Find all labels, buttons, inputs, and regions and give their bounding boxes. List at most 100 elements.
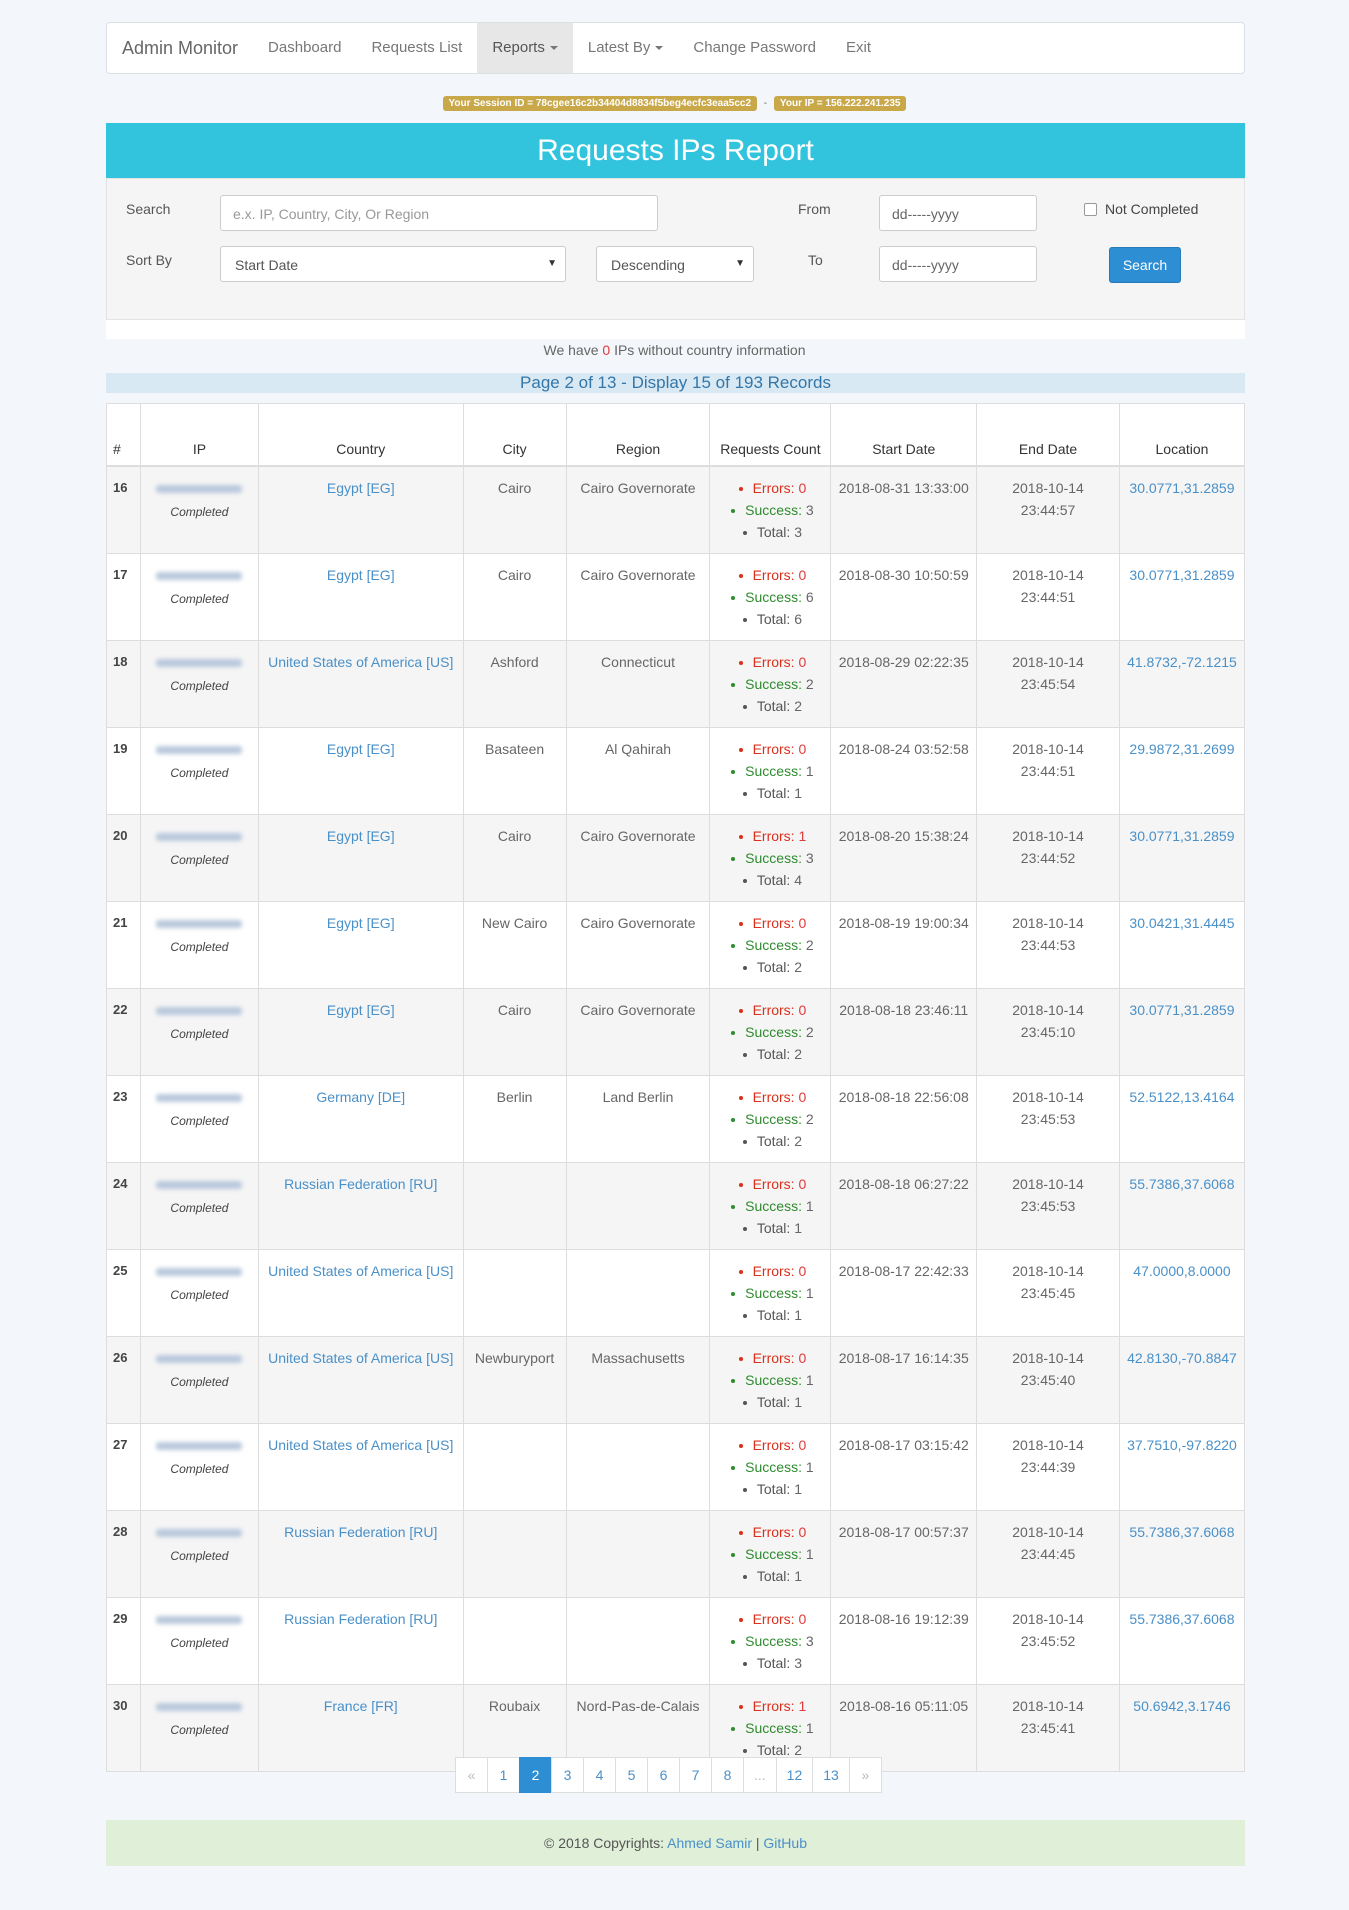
page-button[interactable]: 13 xyxy=(812,1757,850,1793)
status-completed: Completed xyxy=(170,1113,229,1128)
sort-by-select[interactable]: Start Date ▼ xyxy=(220,246,566,282)
region-cell: Cairo Governorate xyxy=(565,552,711,641)
status-completed: Completed xyxy=(170,678,229,693)
country-link[interactable]: France [FR] xyxy=(324,1698,398,1714)
total-value: 2 xyxy=(794,697,802,714)
country-link[interactable]: Egypt [EG] xyxy=(327,915,395,931)
bullet-icon xyxy=(738,834,743,839)
success-label: Success: xyxy=(745,1197,802,1214)
location-link[interactable]: 55.7386,37.6068 xyxy=(1129,1176,1234,1192)
country-link[interactable]: United States of America [US] xyxy=(268,1350,453,1366)
country-cell: Egypt [EG] xyxy=(257,900,464,989)
errors-line: Errors: 0 xyxy=(720,1521,824,1543)
success-value: 2 xyxy=(805,675,814,692)
footer: © 2018 Copyrights: Ahmed Samir | GitHub xyxy=(106,1820,1245,1866)
location-link[interactable]: 37.7510,-97.8220 xyxy=(1127,1437,1237,1453)
order-select[interactable]: Descending ▼ xyxy=(596,246,754,282)
country-link[interactable]: Egypt [EG] xyxy=(327,828,395,844)
nav-requests-list[interactable]: Requests List xyxy=(356,23,477,73)
nav-latest-by[interactable]: Latest By xyxy=(573,23,679,73)
location-cell: 30.0771,31.2859 xyxy=(1118,987,1246,1076)
city-cell: Cairo xyxy=(462,552,567,641)
location-cell: 30.0771,31.2859 xyxy=(1118,552,1246,641)
success-line: Success: 1 xyxy=(720,1282,824,1304)
not-completed-checkbox[interactable] xyxy=(1084,203,1097,216)
page-button[interactable]: 1 xyxy=(487,1757,520,1793)
next-page-button[interactable]: » xyxy=(848,1757,882,1793)
location-link[interactable]: 30.0421,31.4445 xyxy=(1129,915,1234,931)
country-link[interactable]: Egypt [EG] xyxy=(327,1002,395,1018)
total-line: Total: 1 xyxy=(720,1217,824,1239)
success-label: Success: xyxy=(745,501,802,518)
country-link[interactable]: United States of America [US] xyxy=(268,1263,453,1279)
nav-change-password[interactable]: Change Password xyxy=(678,23,831,73)
ip-cell: Completed xyxy=(139,1509,259,1598)
bullet-icon xyxy=(731,943,736,948)
col-ip: IP xyxy=(139,403,259,467)
search-input[interactable]: e.x. IP, Country, City, Or Region xyxy=(220,195,658,231)
from-date-input[interactable]: dd-----yyyy xyxy=(879,195,1037,231)
page-button[interactable]: 2 xyxy=(519,1757,552,1793)
errors-value: 1 xyxy=(798,1697,807,1714)
location-link[interactable]: 55.7386,37.6068 xyxy=(1129,1524,1234,1540)
location-link[interactable]: 41.8732,-72.1215 xyxy=(1127,654,1237,670)
to-date-input[interactable]: dd-----yyyy xyxy=(879,246,1037,282)
bullet-icon xyxy=(731,769,736,774)
location-link[interactable]: 30.0771,31.2859 xyxy=(1129,1002,1234,1018)
status-completed: Completed xyxy=(170,1635,229,1650)
success-label: Success: xyxy=(745,936,802,953)
table-row: 25 Completed United States of America [U… xyxy=(106,1248,1246,1337)
nav-exit[interactable]: Exit xyxy=(831,23,886,73)
country-link[interactable]: Egypt [EG] xyxy=(327,741,395,757)
location-cell: 50.6942,3.1746 xyxy=(1118,1683,1246,1772)
country-link[interactable]: Egypt [EG] xyxy=(327,480,395,496)
row-number: 24 xyxy=(106,1161,141,1250)
location-link[interactable]: 42.8130,-70.8847 xyxy=(1127,1350,1237,1366)
location-link[interactable]: 30.0771,31.2859 xyxy=(1129,828,1234,844)
bullet-icon xyxy=(738,1356,743,1361)
country-link[interactable]: Russian Federation [RU] xyxy=(284,1524,437,1540)
country-link[interactable]: Russian Federation [RU] xyxy=(284,1176,437,1192)
location-link[interactable]: 30.0771,31.2859 xyxy=(1129,567,1234,583)
location-link[interactable]: 47.0000,8.0000 xyxy=(1133,1263,1230,1279)
country-link[interactable]: United States of America [US] xyxy=(268,654,453,670)
page-button[interactable]: 3 xyxy=(551,1757,584,1793)
errors-value: 0 xyxy=(798,1001,807,1018)
location-link[interactable]: 30.0771,31.2859 xyxy=(1129,480,1234,496)
bullet-icon xyxy=(731,1117,736,1122)
table-row: 27 Completed United States of America [U… xyxy=(106,1422,1246,1511)
pagination: «1 2 3 4 5 6 7 8... 12 13» xyxy=(455,1757,882,1793)
ip-cell: Completed xyxy=(139,552,259,641)
footer-github-link[interactable]: GitHub xyxy=(763,1835,807,1851)
location-link[interactable]: 29.9872,31.2699 xyxy=(1129,741,1234,757)
nav-reports[interactable]: Reports xyxy=(477,23,573,73)
footer-author-link[interactable]: Ahmed Samir xyxy=(667,1835,752,1851)
table-header-row: # IP Country City Region Requests Count … xyxy=(106,403,1246,467)
location-link[interactable]: 50.6942,3.1746 xyxy=(1133,1698,1230,1714)
country-link[interactable]: Russian Federation [RU] xyxy=(284,1611,437,1627)
page-button[interactable]: 8 xyxy=(711,1757,744,1793)
total-label: Total: xyxy=(756,1567,791,1584)
location-link[interactable]: 55.7386,37.6068 xyxy=(1129,1611,1234,1627)
bullet-icon xyxy=(742,704,747,709)
select-arrow-icon: ▼ xyxy=(547,258,557,269)
country-link[interactable]: Germany [DE] xyxy=(316,1089,405,1105)
page-button[interactable]: 12 xyxy=(775,1757,814,1793)
page-button[interactable]: 5 xyxy=(615,1757,648,1793)
search-button[interactable]: Search xyxy=(1109,247,1181,283)
region-cell: Cairo Governorate xyxy=(565,813,711,902)
page-button[interactable]: 7 xyxy=(679,1757,712,1793)
total-value: 1 xyxy=(794,1567,802,1584)
country-link[interactable]: United States of America [US] xyxy=(268,1437,453,1453)
page-button[interactable]: 6 xyxy=(647,1757,680,1793)
prev-page-button[interactable]: « xyxy=(455,1757,488,1793)
status-completed: Completed xyxy=(170,1200,229,1215)
total-value: 1 xyxy=(794,784,802,801)
total-value: 3 xyxy=(794,523,802,540)
country-link[interactable]: Egypt [EG] xyxy=(327,567,395,583)
success-line: Success: 3 xyxy=(720,847,824,869)
page-button[interactable]: 4 xyxy=(583,1757,616,1793)
location-link[interactable]: 52.5122,13.4164 xyxy=(1129,1089,1234,1105)
brand[interactable]: Admin Monitor xyxy=(107,23,253,73)
nav-dashboard[interactable]: Dashboard xyxy=(253,23,356,73)
